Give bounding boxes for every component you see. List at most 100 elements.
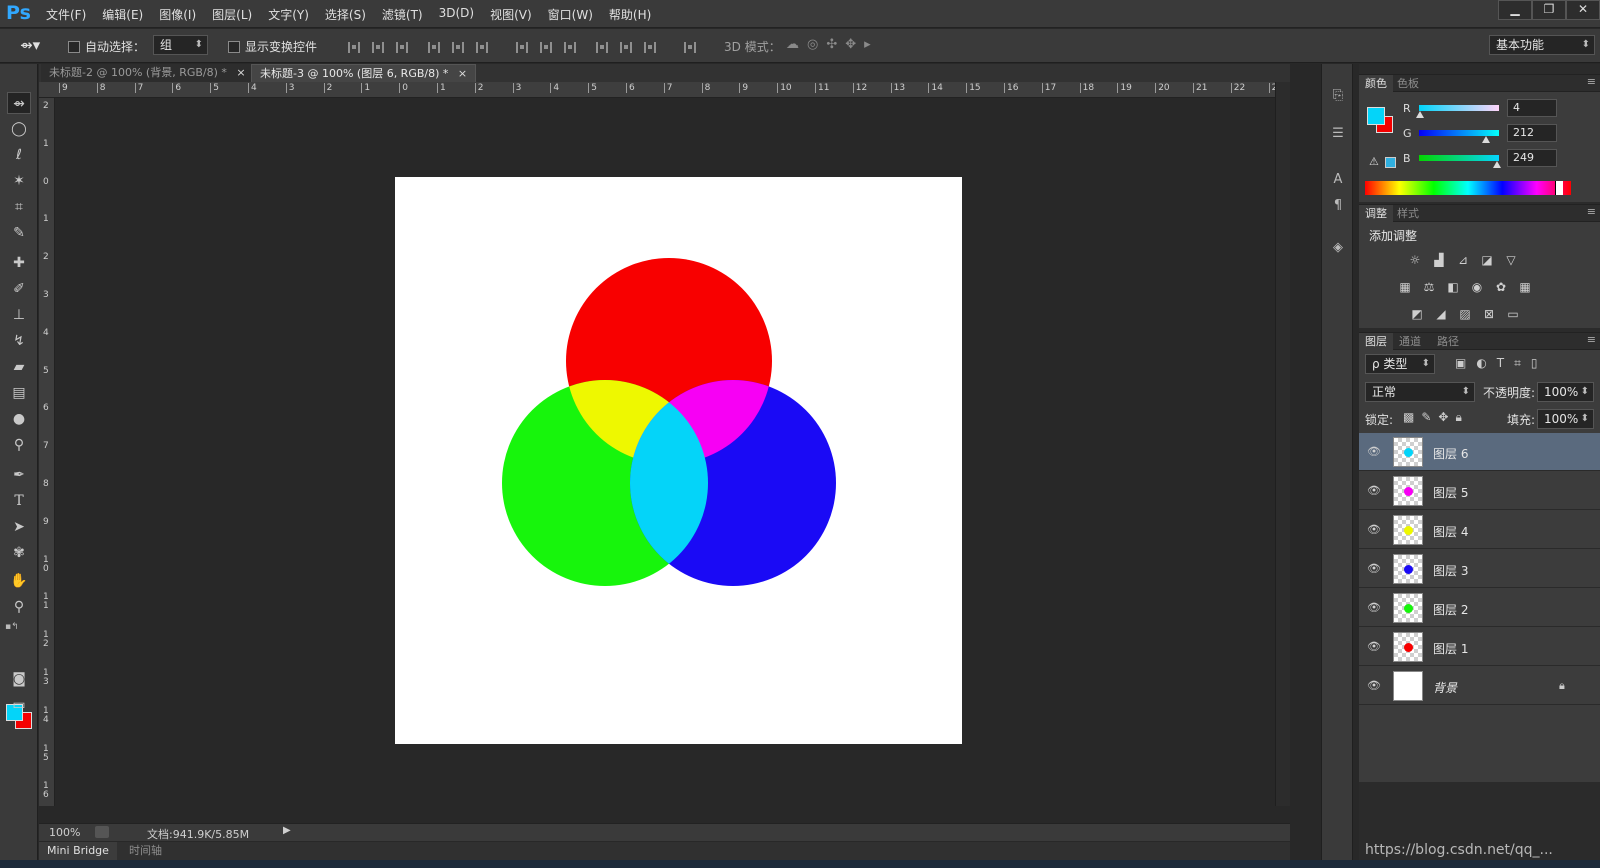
- zoom-level[interactable]: 100%: [49, 826, 80, 839]
- opacity-input[interactable]: 100%: [1537, 382, 1594, 402]
- character-panel-icon[interactable]: A: [1330, 172, 1346, 188]
- quick-mask-icon[interactable]: ◙: [7, 668, 31, 690]
- tab-color[interactable]: 颜色: [1359, 75, 1393, 92]
- color-balance-icon[interactable]: ⚖: [1421, 280, 1437, 294]
- background-layer-row[interactable]: 👁︎ 背景 🔒︎: [1359, 667, 1600, 705]
- vertical-scrollbar[interactable]: [1275, 82, 1290, 806]
- layer-name[interactable]: 背景: [1433, 679, 1457, 696]
- stamp-tool-icon[interactable]: ⊥: [7, 304, 31, 326]
- gamut-warning-icon[interactable]: ⚠: [1369, 155, 1379, 168]
- align-bottom-icon[interactable]: [396, 42, 408, 53]
- layer-name[interactable]: 图层 2: [1433, 601, 1468, 618]
- align-top-icon[interactable]: [348, 42, 360, 53]
- b-slider-track[interactable]: [1419, 155, 1499, 161]
- zoom-tool-icon[interactable]: ⚲: [7, 596, 31, 618]
- r-value-input[interactable]: 4: [1507, 99, 1557, 117]
- hand-tool-icon[interactable]: ✋: [7, 570, 31, 592]
- spectrum-white-swatch[interactable]: [1555, 181, 1563, 195]
- restore-button[interactable]: ❐: [1532, 0, 1566, 20]
- menu-image[interactable]: 图像(I): [159, 6, 196, 23]
- tab-styles[interactable]: 样式: [1391, 205, 1425, 222]
- gradient-tool-icon[interactable]: ▤: [7, 382, 31, 404]
- gradient-map-icon[interactable]: ▭: [1505, 307, 1521, 321]
- marquee-tool-icon[interactable]: ◯: [7, 118, 31, 140]
- status-info-icon[interactable]: [95, 826, 109, 838]
- layer-row[interactable]: 👁︎ 图层 3: [1359, 550, 1600, 588]
- 3d-mode-icons[interactable]: ☁◎✣✥▸: [786, 37, 879, 52]
- color-spectrum-bar[interactable]: [1365, 181, 1571, 195]
- brush-tool-icon[interactable]: ✐: [7, 278, 31, 300]
- exposure-icon[interactable]: ◪: [1479, 253, 1495, 267]
- default-colors-icon[interactable]: ▪↰: [5, 622, 19, 632]
- close-button[interactable]: ✕: [1566, 0, 1600, 20]
- visibility-eye-icon[interactable]: 👁︎: [1367, 484, 1381, 498]
- tab-layers[interactable]: 图层: [1359, 333, 1393, 350]
- tab-document-3[interactable]: 未标题-3 @ 100% (图层 6, RGB/8) * ×: [251, 64, 477, 82]
- levels-icon[interactable]: ▟: [1431, 253, 1447, 267]
- layer-filter-dropdown[interactable]: ρ 类型: [1365, 354, 1435, 374]
- tab-close-icon[interactable]: ×: [458, 67, 467, 80]
- workspace-dropdown[interactable]: 基本功能: [1489, 35, 1595, 55]
- type-tool-icon[interactable]: T: [7, 490, 31, 512]
- 3d-panel-icon[interactable]: ◈: [1330, 240, 1346, 256]
- hue-saturation-icon[interactable]: ▦: [1397, 280, 1413, 294]
- document-canvas[interactable]: [395, 177, 962, 744]
- curves-icon[interactable]: ⊿: [1455, 253, 1471, 267]
- tab-channels[interactable]: 通道: [1393, 333, 1427, 350]
- tab-paths[interactable]: 路径: [1431, 333, 1465, 350]
- menu-window[interactable]: 窗口(W): [548, 6, 593, 23]
- tab-swatches[interactable]: 色板: [1391, 75, 1425, 92]
- layer-name[interactable]: 图层 4: [1433, 523, 1468, 540]
- align-vcenter-icon[interactable]: [372, 42, 384, 53]
- layer-name[interactable]: 图层 3: [1433, 562, 1468, 579]
- visibility-eye-icon[interactable]: 👁︎: [1367, 445, 1381, 459]
- layer-row[interactable]: 👁︎ 图层 5: [1359, 472, 1600, 510]
- selective-color-icon[interactable]: ⊠: [1481, 307, 1497, 321]
- eyedropper-icon[interactable]: ✎: [7, 222, 31, 244]
- layer-name[interactable]: 图层 6: [1433, 445, 1468, 462]
- paragraph-panel-icon[interactable]: ¶: [1330, 198, 1346, 214]
- move-tool-preset-icon[interactable]: ⇴▾: [20, 36, 40, 54]
- layer-row[interactable]: 👁︎ 图层 4: [1359, 511, 1600, 549]
- history-brush-icon[interactable]: ↯: [7, 330, 31, 352]
- layer-row[interactable]: 👁︎ 图层 1: [1359, 628, 1600, 666]
- fill-input[interactable]: 100%: [1537, 409, 1594, 429]
- tab-document-2[interactable]: 未标题-2 @ 100% (背景, RGB/8) * ×: [41, 64, 254, 82]
- align-hcenter-icon[interactable]: [452, 42, 464, 53]
- tab-timeline[interactable]: 时间轴: [121, 842, 170, 860]
- dodge-tool-icon[interactable]: ⚲: [7, 434, 31, 456]
- panel-menu-icon[interactable]: ≡: [1587, 333, 1596, 346]
- healing-brush-icon[interactable]: ✚: [7, 252, 31, 274]
- layer-name[interactable]: 图层 1: [1433, 640, 1468, 657]
- auto-select-dropdown[interactable]: 组: [153, 35, 208, 55]
- threshold-icon[interactable]: ▨: [1457, 307, 1473, 321]
- invert-icon[interactable]: ◩: [1409, 307, 1425, 321]
- channel-mixer-icon[interactable]: ✿: [1493, 280, 1509, 294]
- pen-tool-icon[interactable]: ✒: [7, 464, 31, 486]
- auto-align-icon[interactable]: [684, 42, 696, 53]
- tab-mini-bridge[interactable]: Mini Bridge: [39, 842, 117, 860]
- layer-name[interactable]: 图层 5: [1433, 484, 1468, 501]
- color-lookup-icon[interactable]: ▦: [1517, 280, 1533, 294]
- blend-mode-dropdown[interactable]: 正常: [1365, 382, 1475, 402]
- b-slider-thumb[interactable]: [1493, 161, 1502, 168]
- menu-edit[interactable]: 编辑(E): [102, 6, 143, 23]
- distribute-top-icon[interactable]: [516, 42, 528, 53]
- distribute-vcenter-icon[interactable]: [540, 42, 552, 53]
- visibility-eye-icon[interactable]: 👁︎: [1367, 523, 1381, 537]
- move-tool-icon[interactable]: ⇴: [7, 92, 31, 114]
- history-panel-icon[interactable]: ⎘: [1330, 88, 1346, 104]
- g-slider-thumb[interactable]: [1481, 136, 1490, 143]
- distribute-right-icon[interactable]: [644, 42, 656, 53]
- lock-icons[interactable]: ▩✎✥🔒︎: [1403, 410, 1469, 425]
- distribute-left-icon[interactable]: [596, 42, 608, 53]
- brightness-icon[interactable]: ☼: [1407, 253, 1423, 267]
- distribute-hcenter-icon[interactable]: [620, 42, 632, 53]
- layer-row[interactable]: 👁︎ 图层 6: [1359, 433, 1600, 471]
- menu-layer[interactable]: 图层(L): [212, 6, 252, 23]
- eraser-tool-icon[interactable]: ▰: [7, 356, 31, 378]
- menu-select[interactable]: 选择(S): [325, 6, 366, 23]
- vibrance-icon[interactable]: ▽: [1503, 253, 1519, 267]
- magic-wand-icon[interactable]: ✶: [7, 170, 31, 192]
- photo-filter-icon[interactable]: ◉: [1469, 280, 1485, 294]
